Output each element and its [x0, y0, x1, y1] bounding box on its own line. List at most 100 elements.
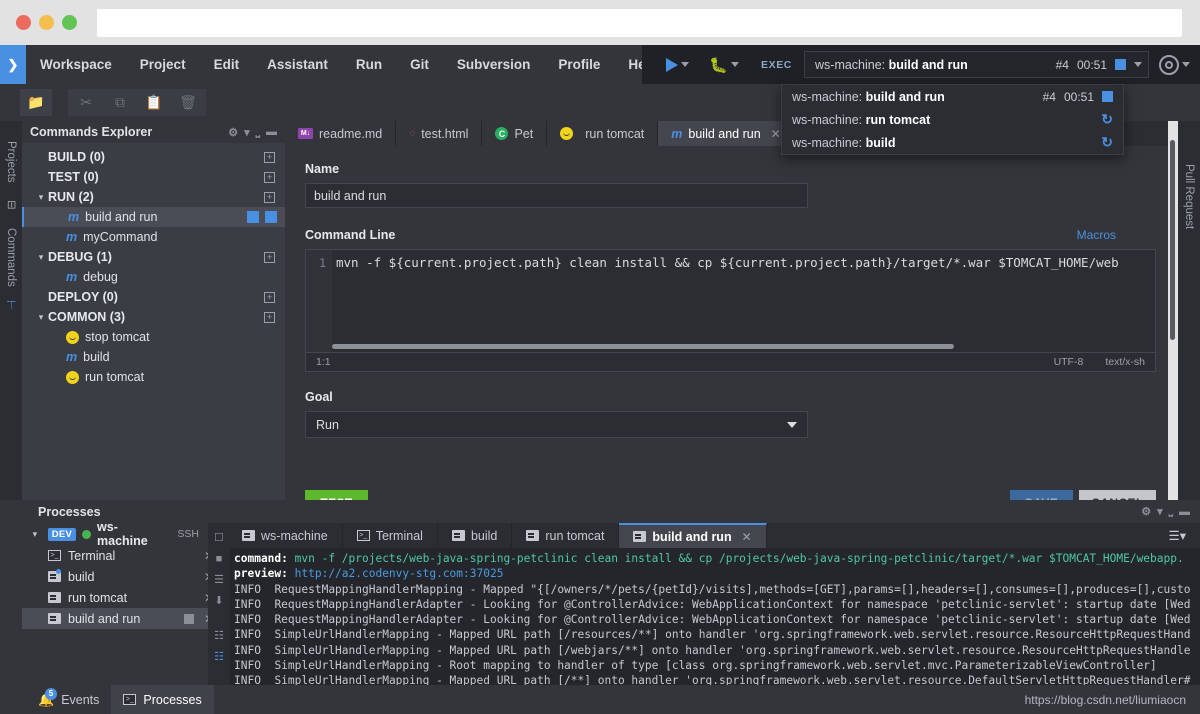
close-window-button[interactable] — [16, 15, 31, 30]
process-item-run-tomcat[interactable]: run tomcat ✕ — [22, 587, 228, 608]
editor-tab-pet[interactable]: C Pet — [482, 121, 547, 146]
sidebar-item-commands[interactable]: Commands — [0, 217, 22, 297]
tree-group-test[interactable]: TEST (0) + — [22, 167, 285, 187]
chevron-down-icon[interactable]: ▾ — [28, 529, 42, 540]
collapse-icon[interactable]: ⎵ — [256, 126, 260, 139]
tree-group-debug[interactable]: ▾ DEBUG (1) + — [22, 247, 285, 267]
console-tab-ws-machine[interactable]: ws-machine — [228, 523, 343, 548]
console-tab-terminal[interactable]: >_ Terminal — [343, 523, 438, 548]
minimize-icon[interactable]: ▬ — [266, 126, 277, 138]
stop-icon[interactable]: ■ — [208, 548, 230, 569]
menu-item-profile[interactable]: Profile — [544, 45, 614, 84]
tree-item-debug[interactable]: m debug — [22, 267, 285, 287]
gear-icon[interactable]: ⚙ — [1141, 505, 1151, 518]
paste-icon[interactable]: 📋 — [138, 89, 170, 116]
stop-square-icon[interactable] — [1115, 59, 1126, 70]
horizontal-scrollbar[interactable] — [332, 344, 1122, 349]
add-command-icon[interactable]: + — [264, 172, 275, 183]
menu-item-assistant[interactable]: Assistant — [253, 45, 342, 84]
chevron-right-icon[interactable]: ❯ — [0, 45, 26, 84]
macros-link[interactable]: Macros — [1077, 228, 1116, 242]
goal-select[interactable]: Run — [305, 411, 808, 438]
chevron-down-icon[interactable]: ▾ — [34, 312, 48, 323]
editor-tab-readme[interactable]: M↓ readme.md — [285, 121, 396, 146]
statusbar-tab-processes[interactable]: >_ Processes — [111, 685, 213, 714]
editor-vertical-scrollbar[interactable] — [1170, 140, 1175, 340]
debug-button[interactable]: 🐛 — [699, 45, 749, 84]
bottom-icon[interactable]: ☷ — [208, 646, 230, 667]
console-preview-link[interactable]: http://a2.codenvy-stg.com:37025 — [295, 567, 504, 580]
exec-selector[interactable]: ws-machine: build and run #4 00:51 — [804, 51, 1149, 78]
chevron-down-icon[interactable] — [787, 422, 797, 428]
machine-row-ws-machine[interactable]: ▾ DEV ws-machine SSH 🔑 — [22, 523, 228, 545]
reload-icon[interactable]: ↻ — [1101, 134, 1113, 151]
close-icon[interactable]: ✕ — [742, 530, 752, 544]
tree-group-run[interactable]: ▾ RUN (2) + — [22, 187, 285, 207]
console-tab-run-tomcat[interactable]: run tomcat — [512, 523, 619, 548]
gear-icon[interactable]: ⚙ — [228, 126, 238, 139]
process-item-build-and-run[interactable]: build and run ✕ — [22, 608, 228, 629]
editor-tab-build-and-run[interactable]: m build and run ✕ — [658, 121, 794, 146]
add-command-icon[interactable]: + — [264, 292, 275, 303]
menu-item-git[interactable]: Git — [396, 45, 443, 84]
preview-button[interactable] — [1149, 45, 1200, 84]
add-command-icon[interactable]: + — [264, 152, 275, 163]
wrap-icon[interactable]: ☰ — [208, 569, 230, 590]
chevron-down-icon[interactable]: ▾ — [1157, 505, 1163, 518]
chevron-down-icon[interactable] — [681, 62, 689, 67]
scissors-icon[interactable]: ✂ — [70, 89, 102, 116]
command-code-editor[interactable]: 1 mvn -f ${current.project.path} clean i… — [305, 249, 1156, 353]
add-command-icon[interactable]: + — [264, 252, 275, 263]
chevron-down-icon[interactable] — [1134, 62, 1142, 67]
new-folder-icon[interactable]: 📁 — [20, 89, 52, 116]
editor-tab-test-html[interactable]: ◌ test.html — [396, 121, 482, 146]
name-input[interactable] — [305, 183, 808, 208]
menu-item-project[interactable]: Project — [126, 45, 200, 84]
download-icon[interactable]: ⬇ — [208, 590, 230, 611]
collapse-icon[interactable]: ⎵ — [1169, 505, 1173, 518]
copy-icon[interactable]: ⧉ — [104, 89, 136, 116]
statusbar-tab-events[interactable]: 🔔5 Events — [26, 685, 111, 714]
tree-item-run-tomcat[interactable]: run tomcat — [22, 367, 285, 387]
trash-icon[interactable]: 🗑 — [172, 89, 204, 116]
close-icon[interactable]: ✕ — [771, 127, 781, 141]
run-button[interactable] — [656, 45, 699, 84]
menu-item-edit[interactable]: Edit — [200, 45, 254, 84]
console-tab-build[interactable]: build — [438, 523, 512, 548]
ssh-label[interactable]: SSH — [177, 528, 199, 540]
process-item-build[interactable]: build ✕ — [22, 566, 228, 587]
duplicate-icon[interactable] — [247, 211, 259, 223]
tree-item-build-and-run[interactable]: m build and run — [22, 207, 285, 227]
console-tab-build-and-run[interactable]: build and run ✕ — [619, 523, 766, 548]
stop-square-icon[interactable] — [184, 614, 194, 624]
chevron-down-icon[interactable] — [731, 62, 739, 67]
process-item-terminal[interactable]: >_ Terminal ✕ — [22, 545, 228, 566]
menu-item-run[interactable]: Run — [342, 45, 396, 84]
tree-item-stop-tomcat[interactable]: stop tomcat — [22, 327, 285, 347]
sidebar-item-pull-request[interactable]: Pull Request — [1178, 151, 1200, 243]
tree-item-build[interactable]: m build — [22, 347, 285, 367]
tree-group-deploy[interactable]: DEPLOY (0) + — [22, 287, 285, 307]
address-bar[interactable] — [97, 9, 1182, 37]
console-output[interactable]: command: mvn -f /projects/web-java-sprin… — [230, 548, 1200, 685]
chevron-down-icon[interactable] — [1182, 62, 1190, 67]
chevron-down-icon[interactable]: ▾ — [34, 252, 48, 263]
tree-group-common[interactable]: ▾ COMMON (3) + — [22, 307, 285, 327]
tree-item-mycommand[interactable]: m myCommand — [22, 227, 285, 247]
scroll-icon[interactable]: ☷ — [208, 625, 230, 646]
remove-icon[interactable] — [265, 211, 277, 223]
sidebar-item-projects[interactable]: Projects — [0, 127, 22, 197]
exec-dropdown-item-build[interactable]: ws-machine: build ↻ — [782, 131, 1123, 154]
reload-icon[interactable]: ↻ — [1101, 111, 1113, 128]
add-command-icon[interactable]: + — [264, 312, 275, 323]
stop-square-icon[interactable] — [1102, 91, 1113, 102]
minimize-icon[interactable]: ▬ — [1179, 506, 1190, 518]
menu-item-workspace[interactable]: Workspace — [26, 45, 126, 84]
minimize-window-button[interactable] — [39, 15, 54, 30]
exec-dropdown-item-build-and-run[interactable]: ws-machine: build and run #4 00:51 — [782, 85, 1123, 108]
maximize-window-button[interactable] — [62, 15, 77, 30]
add-command-icon[interactable]: + — [264, 192, 275, 203]
chevron-down-icon[interactable]: ▾ — [34, 192, 48, 203]
editor-tab-run-tomcat[interactable]: run tomcat — [547, 121, 658, 146]
tree-group-build[interactable]: BUILD (0) + — [22, 147, 285, 167]
